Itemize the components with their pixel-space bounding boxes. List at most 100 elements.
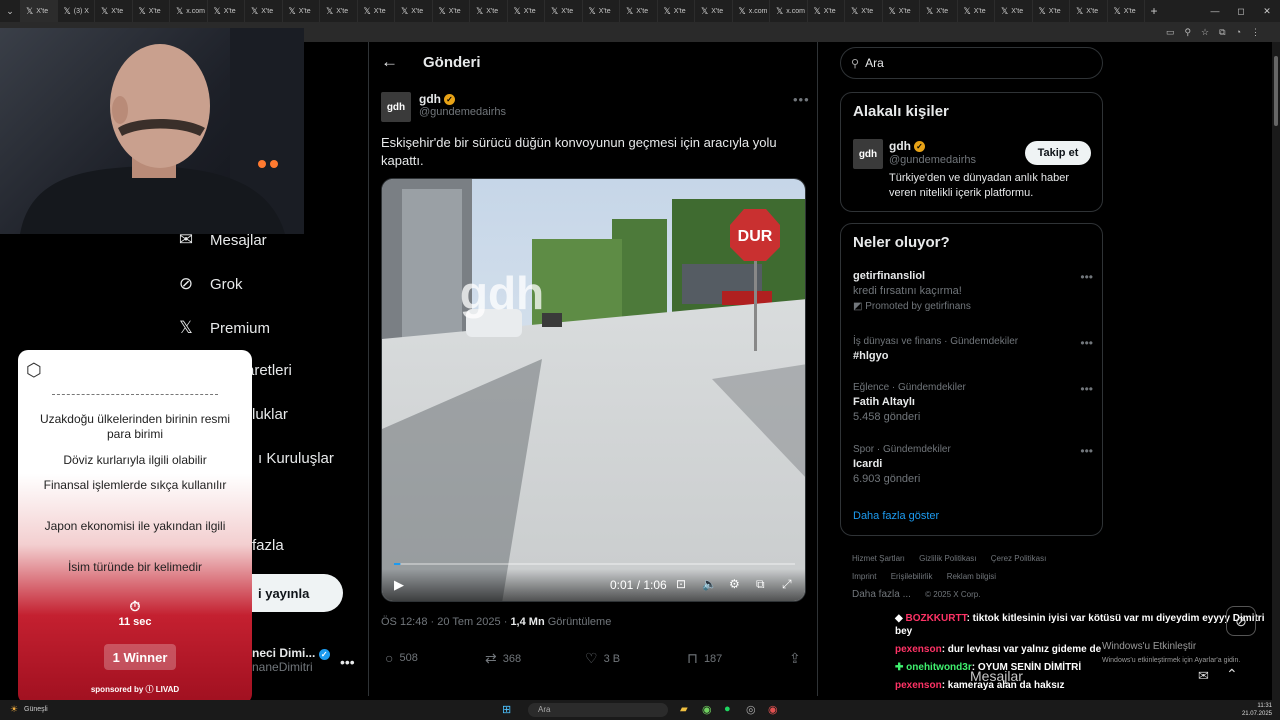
grok-chat-button[interactable]: ⊘ [1226, 606, 1256, 636]
profile-icon[interactable]: ◔ [1236, 27, 1241, 37]
browser-tab[interactable]: 𝕏 X'te [658, 0, 695, 22]
taskbar-search[interactable]: Ara [528, 703, 668, 717]
fullscreen-icon[interactable]: ⤢ [782, 577, 792, 592]
app-icon[interactable]: ◎ [746, 703, 756, 716]
browser-tab[interactable]: 𝕏 X'te [358, 0, 395, 22]
captions-icon[interactable]: ⊡ [676, 577, 686, 591]
scrollbar-thumb[interactable] [1274, 56, 1278, 126]
video-progress-fill[interactable] [394, 563, 401, 565]
nav-item-more[interactable]: fazla [252, 537, 284, 554]
browser-tab[interactable]: 𝕏 X'te [1108, 0, 1145, 22]
star-icon[interactable]: ☆ [1201, 27, 1209, 38]
app-icon[interactable]: ◉ [768, 703, 778, 716]
trend-more-icon[interactable]: ••• [1080, 444, 1093, 458]
search-box[interactable]: ⚲ [840, 47, 1103, 79]
browser-tab[interactable]: 𝕏 X'te [470, 0, 508, 22]
browser-tab[interactable]: 𝕏 X'te [958, 0, 995, 22]
zoom-icon[interactable]: ⚲ [1184, 27, 1191, 38]
nav-item-organizations[interactable]: ı Kuruluşlar [258, 450, 334, 467]
like-button[interactable]: ♡ 3 B [585, 650, 620, 667]
browser-tab[interactable]: 𝕏 X'te [245, 0, 283, 22]
nav-item-premium[interactable]: 𝕏 Premium [176, 318, 270, 338]
browser-tab[interactable]: 𝕏 X'te [283, 0, 320, 22]
browser-tab[interactable]: 𝕏 X'te [695, 0, 733, 22]
browser-tab[interactable]: 𝕏x.com [733, 0, 770, 22]
post-author[interactable]: gdh gdh ✓ @gundemedairhs [381, 92, 506, 122]
browser-tab[interactable]: 𝕏x.com [170, 0, 208, 22]
browser-tab[interactable]: 𝕏 X'te [620, 0, 658, 22]
post-datetime[interactable]: ÖS 12:48 · 20 Tem 2025 · [381, 616, 510, 628]
footer-link[interactable]: Imprint [852, 572, 876, 581]
footer-more[interactable]: Daha fazla ... [852, 589, 911, 600]
trend-item[interactable]: Eğlence · Gündemdekiler Fatih Altaylı 5.… [853, 382, 1093, 423]
share-button[interactable]: ⇪ [789, 650, 801, 667]
messages-drawer-label[interactable]: Mesajlar [970, 668, 1023, 684]
nav-item-communities[interactable]: luklar [252, 406, 288, 423]
account-switcher[interactable]: neci Dimi... ✓ naneDimitri ••• [252, 646, 362, 674]
browser-tab[interactable]: 𝕏 X'te [508, 0, 545, 22]
trend-more-icon[interactable]: ••• [1080, 336, 1093, 350]
trend-more-icon[interactable]: ••• [1080, 270, 1093, 284]
pip-icon[interactable]: ⧉ [756, 577, 765, 592]
nav-item-bookmarks[interactable]: aretleri [246, 362, 292, 379]
browser-tab[interactable]: 𝕏 X'te [1033, 0, 1070, 22]
search-input[interactable] [865, 56, 1066, 70]
maximize-icon[interactable]: ◻ [1228, 0, 1254, 22]
footer-link[interactable]: Erişilebilirlik [891, 572, 933, 581]
author-name[interactable]: gdh [419, 92, 441, 106]
footer-link[interactable]: Reklam bilgisi [947, 572, 996, 581]
browser-tab[interactable]: 𝕏x.com [770, 0, 808, 22]
back-arrow-icon[interactable]: ← [381, 52, 398, 72]
spotify-icon[interactable]: ● [724, 703, 731, 715]
follow-button[interactable]: Takip et [1025, 141, 1091, 165]
trend-more-icon[interactable]: ••• [1080, 382, 1093, 396]
weather-label[interactable]: Güneşli [24, 706, 48, 713]
nav-item-grok[interactable]: ⊘ Grok [176, 274, 243, 294]
minimize-icon[interactable]: — [1202, 0, 1228, 22]
video-player[interactable]: DUR gdh ▶ 0:01 / 1:06 ⊡ 🔈 ⚙ ⧉ ⤢ [381, 178, 806, 602]
video-progress-track[interactable] [394, 563, 795, 565]
volume-icon[interactable]: 🔈 [702, 577, 717, 591]
folder-icon[interactable]: ▰ [680, 704, 688, 715]
trend-item[interactable]: getirfinansliol kredi fırsatını kaçırma!… [853, 270, 1093, 312]
settings-icon[interactable]: ⚙ [729, 577, 740, 591]
footer-link[interactable]: Çerez Politikası [991, 554, 1047, 563]
cast-icon[interactable]: ▭ [1166, 27, 1175, 38]
browser-tab[interactable]: 𝕏 X'te [545, 0, 583, 22]
browser-tab[interactable]: 𝕏 X'te [95, 0, 133, 22]
scrollbar[interactable] [1272, 42, 1280, 700]
tab-menu-icon[interactable]: ⌄ [0, 0, 20, 22]
browser-tab[interactable]: 𝕏 X'te [845, 0, 883, 22]
menu-icon[interactable]: ⋮ [1251, 27, 1260, 38]
trend-item[interactable]: Spor · Gündemdekiler Icardi 6.903 gönder… [853, 444, 1093, 485]
author-handle[interactable]: @gundemedairhs [419, 106, 506, 118]
browser-tab[interactable]: 𝕏 X'te [395, 0, 433, 22]
browser-tab[interactable]: 𝕏 X'te [208, 0, 245, 22]
new-tab-button[interactable]: + [1145, 0, 1163, 22]
browser-tab[interactable]: 𝕏 X'te [320, 0, 358, 22]
expand-drawer-icon[interactable]: ⌃ [1226, 666, 1238, 683]
show-more-link[interactable]: Daha fazla göster [853, 510, 939, 522]
browser-tab[interactable]: 𝕏 X'te [995, 0, 1033, 22]
browser-tab[interactable]: 𝕏 X'te [883, 0, 920, 22]
chrome-icon[interactable]: ◉ [702, 703, 712, 716]
repost-button[interactable]: ⇄ 368 [485, 650, 521, 667]
browser-tab[interactable]: 𝕏 X'te [1070, 0, 1108, 22]
play-icon[interactable]: ▶ [394, 577, 404, 593]
compose-message-icon[interactable]: ✉ [1198, 668, 1209, 684]
windows-start-icon[interactable]: ⊞ [502, 703, 511, 716]
bookmark-button[interactable]: ⊓ 187 [687, 650, 722, 667]
browser-tab[interactable]: 𝕏 X'te [433, 0, 470, 22]
browser-tab[interactable]: 𝕏 X'te [583, 0, 620, 22]
footer-link[interactable]: Hizmet Şartları [852, 554, 905, 563]
close-icon[interactable]: ✕ [1254, 0, 1280, 22]
footer-link[interactable]: Gizlilik Politikası [919, 554, 976, 563]
browser-tab[interactable]: 𝕏 X'te [920, 0, 958, 22]
clock[interactable]: 11:31 21.07.2025 [1242, 702, 1272, 718]
post-more-icon[interactable]: ••• [793, 92, 810, 107]
reply-button[interactable]: ○ 508 [385, 650, 418, 666]
avatar[interactable]: gdh [853, 139, 883, 169]
browser-tab[interactable]: 𝕏 X'te [20, 0, 58, 22]
trend-item[interactable]: İş dünyası ve finans · Gündemdekiler #hl… [853, 336, 1093, 362]
more-icon[interactable]: ••• [340, 654, 355, 670]
